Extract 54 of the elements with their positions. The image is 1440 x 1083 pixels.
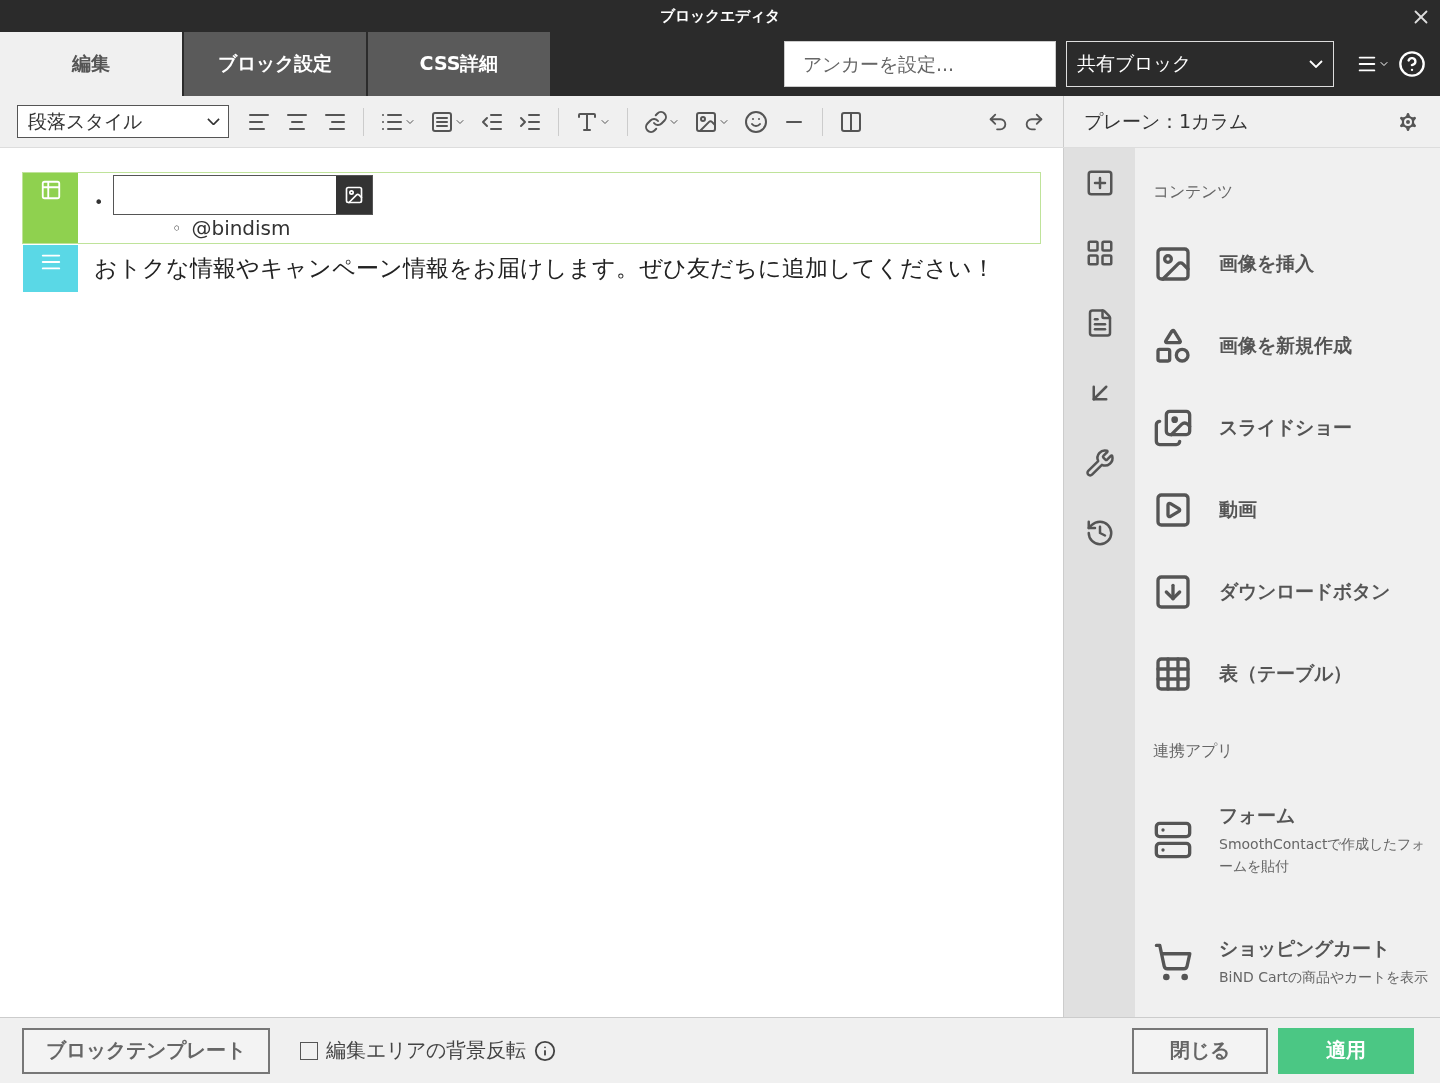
insert-item[interactable]: 動画 (1153, 469, 1440, 551)
insert-item[interactable]: スライドショー (1153, 387, 1440, 469)
dialog-button[interactable]: 閉じる (1132, 1027, 1268, 1074)
window-title: ブロックエディタ (660, 6, 780, 26)
image-icon (1153, 244, 1193, 284)
block-handle[interactable] (23, 173, 78, 243)
anchor-field[interactable]: アンカーを設定... (784, 41, 1056, 87)
bullet-marker: ◦ (172, 218, 182, 240)
url-field[interactable] (113, 175, 374, 215)
template-button[interactable]: ブロックテンプレート (22, 1027, 270, 1074)
block-type-select[interactable]: 共有ブロック (1066, 41, 1334, 87)
tab[interactable]: ブロック設定 (184, 32, 366, 96)
form-icon (1153, 820, 1193, 860)
item-label: 動画 (1219, 497, 1257, 522)
info-icon[interactable] (534, 1039, 556, 1062)
item-label: スライドショー (1219, 415, 1352, 440)
image-icon (344, 185, 365, 205)
bullet-marker: • (94, 192, 104, 214)
item-label: 画像を挿入 (1219, 251, 1314, 276)
section-title: コンテンツ (1153, 182, 1234, 203)
section-title: 連携アプリ (1153, 741, 1234, 762)
item-label: フォーム (1219, 803, 1296, 828)
insert-item[interactable]: 画像を挿入 (1153, 223, 1440, 305)
content-block[interactable]: おトクな情報やキャンペーン情報をお届けします。ぜひ友だちに追加してください！ (22, 244, 1041, 293)
paragraph-style-select[interactable]: 段落スタイル (17, 105, 229, 138)
checkbox-label: 編集エリアの背景反転 (326, 1037, 526, 1064)
invert-checkbox[interactable]: 編集エリアの背景反転 (300, 1037, 556, 1064)
table-icon (1153, 654, 1193, 694)
paragraph-text: おトクな情報やキャンペーン情報をお届けします。ぜひ友だちに追加してください！ (93, 254, 996, 283)
tab[interactable]: CSS詳細 (368, 32, 550, 96)
insert-item[interactable]: ダウンロードボタン (1153, 551, 1440, 633)
chevron-down-icon (1309, 59, 1323, 69)
item-label: 表（テーブル） (1219, 661, 1352, 686)
item-label: 画像を新規作成 (1219, 333, 1352, 358)
item-label: ショッピングカート (1219, 936, 1391, 961)
insert-item[interactable]: 画像を新規作成 (1153, 305, 1440, 387)
download-icon (1153, 572, 1193, 612)
item-description: BiND Cartの商品やカートを表示 (1219, 968, 1429, 987)
item-description: SmoothContactで作成したフォームを貼付 (1219, 835, 1427, 876)
layout-title: プレーン：1カラム (1084, 108, 1249, 134)
video-icon (1153, 490, 1193, 530)
shapes-icon (1153, 326, 1193, 366)
chevron-down-icon (207, 117, 220, 126)
list-item: @bindism (191, 215, 291, 241)
tab[interactable]: 編集 (0, 32, 182, 96)
images-icon (1153, 408, 1193, 448)
item-label: ダウンロードボタン (1219, 579, 1390, 604)
cart-icon (1153, 942, 1193, 982)
image-picker-button[interactable] (336, 176, 373, 214)
block-handle[interactable] (23, 245, 78, 292)
checkbox[interactable] (300, 1041, 318, 1060)
table-icon (39, 179, 62, 201)
insert-item[interactable]: 表（テーブル） (1153, 633, 1440, 715)
content-block[interactable]: • ◦ @bindism (22, 172, 1041, 244)
